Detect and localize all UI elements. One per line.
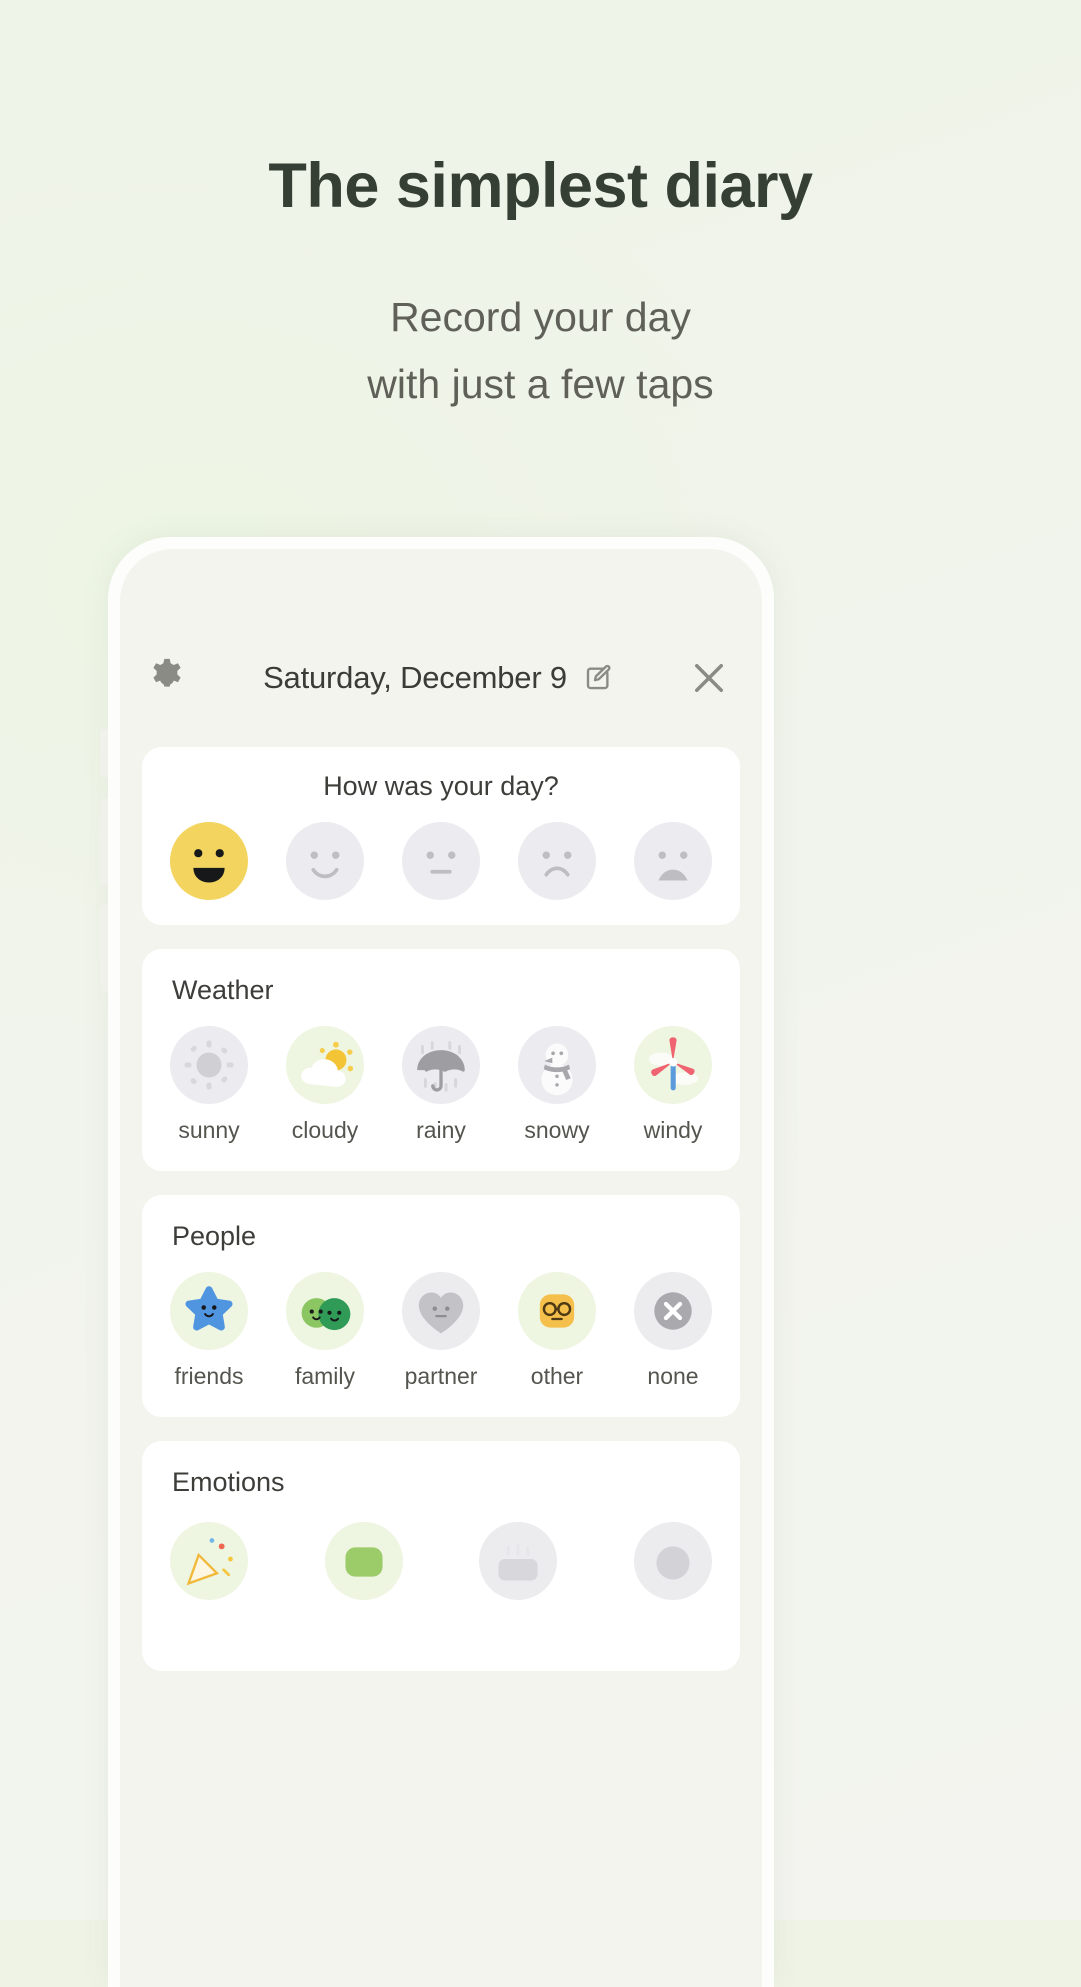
emotion-option-calm[interactable] — [323, 1522, 405, 1600]
settings-button[interactable] — [136, 655, 198, 701]
mood-options-row — [142, 822, 740, 900]
face-neutral-icon — [402, 822, 480, 900]
subtitle-line-1: Record your day — [390, 294, 691, 341]
close-button[interactable] — [678, 657, 740, 699]
subtitle-line-2: with just a few taps — [367, 360, 714, 407]
people-label-partner: partner — [404, 1363, 478, 1389]
weather-label-rainy: rainy — [416, 1117, 466, 1143]
mood-card-title: How was your day? — [323, 771, 559, 801]
people-label-family: family — [294, 1363, 356, 1389]
weather-option-windy[interactable]: windy — [632, 1026, 714, 1144]
app-header: Saturday, December 9 — [120, 641, 762, 715]
emotion-option-bored[interactable] — [632, 1522, 714, 1600]
people-option-partner[interactable]: partner — [400, 1272, 482, 1390]
glasses-face-icon — [518, 1272, 596, 1350]
hero-section: The simplest diary Record your day with … — [0, 0, 1081, 417]
weather-option-cloudy[interactable]: cloudy — [284, 1026, 366, 1144]
emotions-options-row — [142, 1522, 740, 1600]
face-sad-icon — [634, 822, 712, 900]
phone-side-button-volume-up — [100, 799, 108, 885]
page-subtitle: Record your day with just a few taps — [0, 284, 1081, 417]
face-smile-icon — [286, 822, 364, 900]
people-card: People friends family partner other none — [142, 1195, 740, 1417]
weather-label-windy: windy — [643, 1117, 703, 1143]
people-options-row: friends family partner other none — [142, 1272, 740, 1390]
gear-icon — [153, 658, 181, 687]
sleepy-icon — [479, 1522, 558, 1600]
sun-cloud-icon — [286, 1026, 364, 1104]
cloud-icon — [633, 1522, 712, 1600]
snowman-icon — [518, 1026, 596, 1104]
weather-option-sunny[interactable]: sunny — [168, 1026, 250, 1144]
people-label-friends: friends — [174, 1363, 244, 1389]
page-title: The simplest diary — [268, 151, 813, 221]
mood-option-neutral[interactable] — [400, 822, 482, 900]
mood-card: How was your day? — [142, 747, 740, 925]
weather-options-row: sunny cloudy rainy snowy windy — [142, 1026, 740, 1144]
weather-label-sunny: sunny — [178, 1117, 240, 1143]
heart-face-icon — [402, 1272, 480, 1350]
windmill-icon — [634, 1026, 712, 1104]
mood-option-awful[interactable] — [632, 822, 714, 900]
umbrella-rain-icon — [402, 1026, 480, 1104]
star-face-icon — [170, 1272, 248, 1350]
emotions-card: Emotions — [142, 1441, 740, 1671]
two-faces-icon — [286, 1272, 364, 1350]
weather-option-snowy[interactable]: snowy — [516, 1026, 598, 1144]
edit-pencil-icon[interactable] — [583, 663, 613, 693]
date-display[interactable]: Saturday, December 9 — [198, 660, 678, 696]
circle-x-icon — [634, 1272, 712, 1350]
people-label-none: none — [647, 1363, 699, 1389]
people-card-title: People — [172, 1221, 257, 1251]
phone-mockup: Saturday, December 9 How was your day? W… — [100, 537, 774, 1987]
phone-notch — [282, 549, 600, 585]
face-frown-icon — [518, 822, 596, 900]
mood-option-good[interactable] — [284, 822, 366, 900]
weather-label-cloudy: cloudy — [291, 1117, 359, 1143]
phone-side-button-volume-down — [100, 905, 108, 991]
weather-label-snowy: snowy — [524, 1117, 590, 1143]
people-option-family[interactable]: family — [284, 1272, 366, 1390]
people-option-friends[interactable]: friends — [168, 1272, 250, 1390]
weather-option-rainy[interactable]: rainy — [400, 1026, 482, 1144]
mood-option-bad[interactable] — [516, 822, 598, 900]
people-option-none[interactable]: none — [632, 1272, 714, 1390]
phone-side-button-mute — [100, 729, 108, 777]
emotion-option-excited[interactable] — [168, 1522, 250, 1600]
people-option-other[interactable]: other — [516, 1272, 598, 1390]
face-grinning-icon — [170, 822, 248, 900]
date-label: Saturday, December 9 — [263, 660, 567, 695]
weather-card: Weather sunny cloudy rainy snowy windy — [142, 949, 740, 1171]
people-label-other: other — [530, 1363, 584, 1389]
emotion-option-tired[interactable] — [477, 1522, 559, 1600]
weather-card-title: Weather — [172, 975, 274, 1005]
close-x-icon — [695, 664, 723, 692]
sun-icon — [170, 1026, 248, 1104]
emotions-card-title: Emotions — [172, 1467, 285, 1497]
page-root: The simplest diary Record your day with … — [0, 0, 1081, 1987]
party-icon — [170, 1522, 248, 1600]
mood-option-great[interactable] — [168, 822, 250, 900]
phone-screen: Saturday, December 9 How was your day? W… — [120, 549, 762, 1987]
leaf-icon — [324, 1522, 403, 1600]
